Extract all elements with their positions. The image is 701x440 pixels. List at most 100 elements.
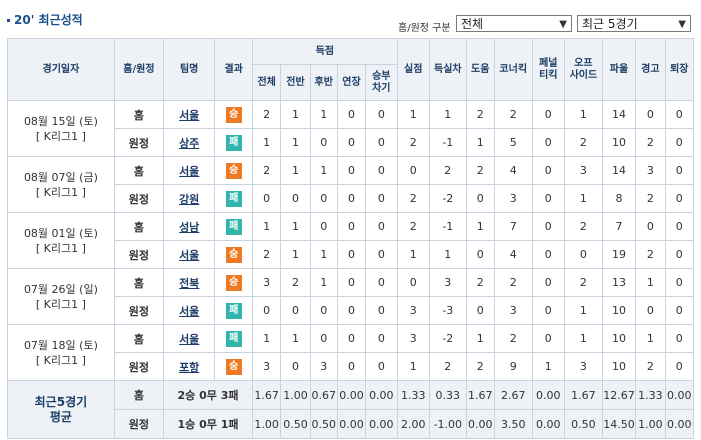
- stat-cell: 0: [635, 212, 666, 241]
- col-goals-first-half: 전반: [280, 64, 311, 101]
- stat-cell: 0: [365, 128, 398, 157]
- match-date: 08월 15일 (토): [23, 114, 98, 128]
- stat-cell: 2: [465, 100, 495, 129]
- homeaway-cell: 원정: [113, 352, 165, 381]
- stat-cell: 10: [601, 128, 637, 157]
- summary-stat-cell: 0.33: [428, 380, 467, 410]
- col-goals-shootout-l1: 승부: [372, 70, 391, 82]
- stat-cell: 1: [280, 212, 311, 241]
- stat-cell: 0: [465, 240, 495, 269]
- summary-stat-cell: 0.67: [309, 380, 338, 410]
- result-cell: 패: [214, 212, 254, 241]
- team-link[interactable]: 서울: [179, 109, 199, 122]
- top-bar: 20' 최근성적 홈/원정 구분 전체 ▼ 최근 5경기 ▼: [0, 0, 701, 38]
- result-cell: 승: [214, 100, 254, 129]
- games-count-select[interactable]: 최근 5경기 ▼: [577, 15, 691, 32]
- stat-cell: 3: [493, 184, 533, 213]
- loss-badge: 패: [225, 302, 242, 319]
- match-date-cell: 07월 26일 (일)[ K리그1 ]: [7, 268, 115, 325]
- team-link[interactable]: 서울: [179, 305, 199, 318]
- team-link[interactable]: 서울: [179, 333, 199, 346]
- stat-cell: 2: [465, 156, 495, 185]
- team-link[interactable]: 강원: [179, 193, 199, 206]
- col-goals-shootout-l2: 차기: [372, 82, 391, 94]
- summary-stat-cell: 0.00: [664, 409, 695, 439]
- col-goals-shootout: 승부 차기: [365, 64, 398, 101]
- stat-cell: 0: [252, 184, 282, 213]
- stat-cell: 0: [531, 296, 566, 325]
- summary-stat-cell: 0.50: [309, 409, 338, 439]
- stat-cell: 0: [280, 352, 311, 381]
- stat-cell: 3: [396, 324, 430, 353]
- col-offside: 오프 사이드: [564, 38, 603, 101]
- summary-homeaway: 홈: [113, 380, 165, 410]
- match-date: 08월 01일 (토): [23, 226, 98, 240]
- summary-label: 최근5경기 평균: [7, 380, 115, 439]
- stat-cell: 2: [252, 240, 282, 269]
- homeaway-cell: 홈: [113, 268, 165, 297]
- stat-cell: 0: [531, 128, 566, 157]
- team-link[interactable]: 서울: [179, 165, 199, 178]
- result-cell: 패: [214, 296, 254, 325]
- team-link[interactable]: 포항: [179, 361, 199, 374]
- stat-cell: 1: [280, 156, 311, 185]
- win-badge: 승: [225, 246, 242, 263]
- team-cell: 서울: [163, 296, 216, 325]
- stat-cell: 1: [252, 212, 282, 241]
- stat-cell: 0: [396, 268, 430, 297]
- stat-cell: -1: [428, 128, 467, 157]
- stat-cell: 1: [564, 100, 603, 129]
- stat-cell: 1: [465, 128, 495, 157]
- stat-cell: 0: [531, 100, 566, 129]
- stat-cell: 0: [664, 212, 695, 241]
- summary-record: 1승 0무 1패: [163, 409, 254, 439]
- stat-cell: 1: [252, 128, 282, 157]
- team-link[interactable]: 성남: [179, 221, 199, 234]
- stat-cell: 0: [365, 296, 398, 325]
- homeaway-select[interactable]: 전체 ▼: [456, 15, 572, 32]
- summary-label-l1: 최근5경기: [34, 394, 88, 409]
- stat-cell: 0: [396, 156, 430, 185]
- team-link[interactable]: 전북: [179, 277, 199, 290]
- summary-stat-cell: 1.67: [252, 380, 282, 410]
- stat-cell: 1: [635, 324, 666, 353]
- summary-stat-cell: 0.00: [531, 380, 566, 410]
- stat-cell: 0: [280, 184, 311, 213]
- stat-cell: 0: [664, 100, 695, 129]
- stat-cell: 1: [280, 324, 311, 353]
- stat-cell: 9: [493, 352, 533, 381]
- stat-cell: 0: [664, 240, 695, 269]
- summary-stat-cell: 1.67: [564, 380, 603, 410]
- stat-cell: 7: [601, 212, 637, 241]
- league-label: [ K리그1 ]: [35, 241, 86, 255]
- stat-cell: 3: [635, 156, 666, 185]
- stat-cell: 0: [664, 184, 695, 213]
- col-homeaway: 홈/원정: [113, 38, 165, 101]
- stat-cell: 0: [531, 212, 566, 241]
- summary-stat-cell: 1.33: [396, 380, 430, 410]
- col-offside-l2: 사이드: [569, 69, 598, 81]
- homeaway-cell: 홈: [113, 212, 165, 241]
- stat-cell: 2: [396, 212, 430, 241]
- team-cell: 전북: [163, 268, 216, 297]
- stat-cell: 0: [336, 324, 367, 353]
- homeaway-cell: 홈: [113, 156, 165, 185]
- team-link[interactable]: 상주: [179, 137, 199, 150]
- col-penalty-kick-l2: 티킥: [539, 69, 558, 81]
- table-row: 07월 26일 (일)[ K리그1 ] 홈 전북 승 3 2 1 0 0 0 3 2 2 0 2 13 1 0: [7, 268, 695, 325]
- summary-stat-cell: 1.00: [252, 409, 282, 439]
- stat-cell: 1: [280, 240, 311, 269]
- result-cell: 승: [214, 268, 254, 297]
- match-date-cell: 08월 15일 (토)[ K리그1 ]: [7, 100, 115, 157]
- stat-cell: 0: [531, 156, 566, 185]
- stat-cell: -2: [428, 184, 467, 213]
- summary-stat-cell: 0.00: [365, 380, 398, 410]
- col-offside-l1: 오프: [574, 57, 593, 69]
- homeaway-cell: 원정: [113, 296, 165, 325]
- team-link[interactable]: 서울: [179, 249, 199, 262]
- match-date-cell: 08월 07일 (금)[ K리그1 ]: [7, 156, 115, 213]
- stat-cell: 3: [252, 352, 282, 381]
- stat-cell: 1: [309, 156, 338, 185]
- col-penalty-kick: 페널 티킥: [531, 38, 566, 101]
- team-cell: 강원: [163, 184, 216, 213]
